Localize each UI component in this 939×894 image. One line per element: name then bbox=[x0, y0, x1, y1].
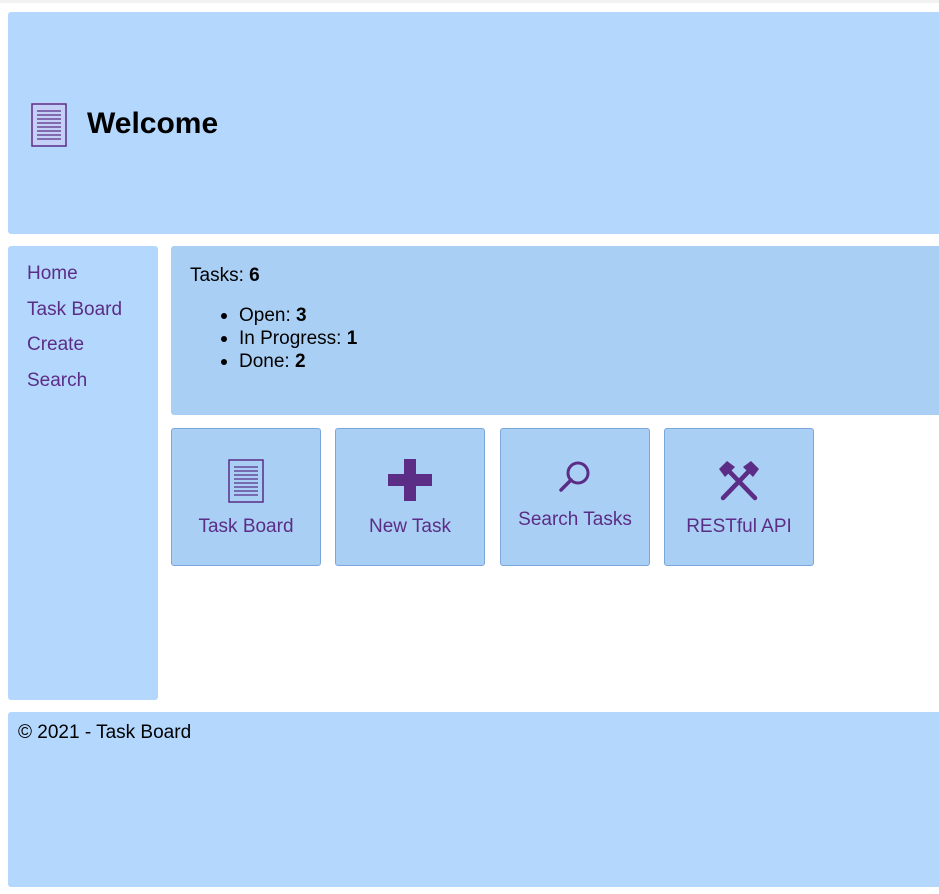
task-summary: Tasks: 6 Open: 3 In Progress: 1 Done: 2 bbox=[171, 246, 939, 415]
tasks-total: Tasks: 6 bbox=[190, 265, 260, 287]
status-label: Done: bbox=[239, 351, 290, 372]
status-in-progress: In Progress: 1 bbox=[220, 327, 358, 350]
status-done: Done: 2 bbox=[220, 350, 357, 373]
restful-api-tile[interactable]: RESTful API bbox=[664, 428, 814, 566]
status-label: In Progress: bbox=[239, 328, 342, 349]
status-open: Open: 3 bbox=[220, 304, 357, 327]
page: Welcome Home Task Board Create Search Ta… bbox=[0, 0, 939, 894]
hammers-icon bbox=[719, 461, 759, 501]
tile-label: Task Board bbox=[198, 516, 294, 537]
sidebar-item-task-board[interactable]: Task Board bbox=[27, 299, 122, 321]
site-footer: © 2021 - Task Board bbox=[8, 712, 939, 887]
sidebar-nav: Home Task Board Create Search bbox=[8, 246, 158, 700]
sidebar-item-home[interactable]: Home bbox=[27, 263, 78, 285]
sidebar-item-search[interactable]: Search bbox=[27, 370, 87, 392]
plus-icon bbox=[388, 459, 432, 501]
status-list: Open: 3 In Progress: 1 Done: 2 bbox=[199, 304, 357, 373]
tasks-count: 6 bbox=[249, 265, 260, 286]
tile-label: RESTful API bbox=[686, 516, 792, 537]
status-label: Open: bbox=[239, 305, 291, 326]
task-board-tile[interactable]: Task Board bbox=[171, 428, 321, 566]
status-count: 2 bbox=[294, 351, 306, 372]
document-icon bbox=[228, 459, 264, 503]
search-tasks-tile[interactable]: Search Tasks bbox=[500, 428, 650, 566]
search-icon bbox=[559, 461, 590, 492]
top-strip bbox=[0, 0, 939, 3]
site-header: Welcome bbox=[8, 12, 939, 234]
new-task-tile[interactable]: New Task bbox=[335, 428, 485, 566]
page-title: Welcome bbox=[87, 107, 219, 140]
document-icon bbox=[30, 102, 67, 147]
tile-label: New Task bbox=[368, 516, 451, 537]
status-count: 3 bbox=[296, 305, 307, 326]
status-count: 1 bbox=[346, 328, 358, 349]
copyright-text: © 2021 - Task Board bbox=[18, 722, 192, 743]
tile-label: Search Tasks bbox=[518, 509, 632, 530]
tasks-label: Tasks: bbox=[190, 265, 244, 286]
sidebar-item-create[interactable]: Create bbox=[27, 334, 84, 356]
